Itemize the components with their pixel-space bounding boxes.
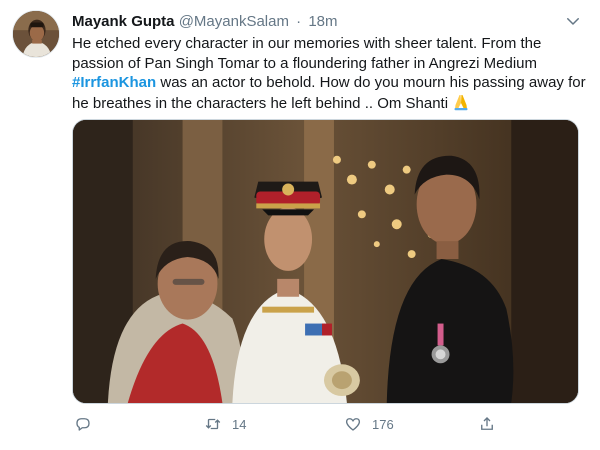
hashtag-link[interactable]: #IrrfanKhan xyxy=(72,74,156,91)
reply-icon xyxy=(74,415,92,433)
author-name[interactable]: Mayank Gupta xyxy=(72,13,175,30)
separator-dot: · xyxy=(296,13,302,30)
reply-button[interactable] xyxy=(74,412,102,436)
avatar-image xyxy=(13,11,59,57)
share-icon xyxy=(478,415,496,433)
tweet-text-part1: He etched every character in our memorie… xyxy=(72,35,542,72)
like-button[interactable]: 176 xyxy=(344,412,394,436)
retweet-count: 14 xyxy=(232,416,247,432)
tweet-timestamp[interactable]: 18m xyxy=(308,13,337,30)
retweet-icon xyxy=(204,415,222,433)
like-icon xyxy=(344,415,362,433)
avatar[interactable] xyxy=(12,10,60,58)
photo-image xyxy=(73,120,578,403)
like-count: 176 xyxy=(372,416,394,432)
tweet-actions: 14 176 xyxy=(72,412,532,436)
tweet-photo[interactable] xyxy=(72,119,579,404)
share-button[interactable] xyxy=(478,412,496,436)
author-handle[interactable]: @MayankSalam xyxy=(179,13,289,30)
folded-hands-emoji-icon xyxy=(452,93,470,111)
retweet-button[interactable]: 14 xyxy=(204,412,246,436)
tweet-header: Mayank Gupta @MayankSalam · 18m xyxy=(72,12,580,32)
tweet-card[interactable]: Mayank Gupta @MayankSalam · 18m He etche… xyxy=(0,0,600,450)
tweet-text: He etched every character in our memorie… xyxy=(72,34,592,113)
more-caret-icon[interactable] xyxy=(564,12,582,30)
